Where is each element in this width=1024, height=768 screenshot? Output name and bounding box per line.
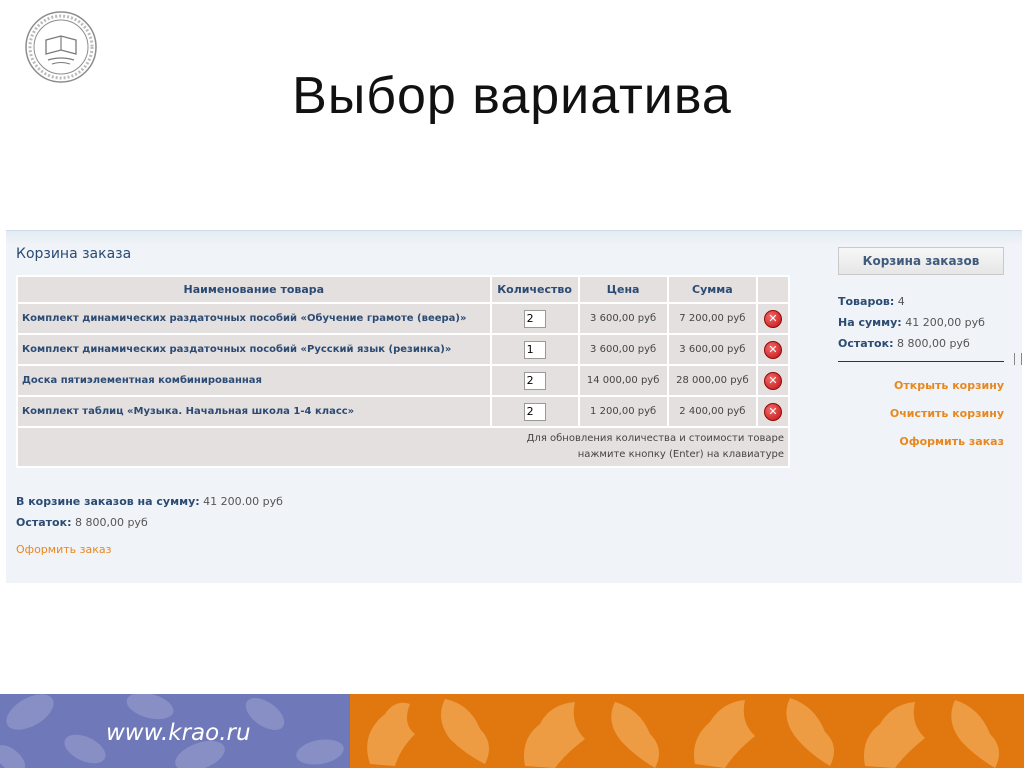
product-sum: 28 000,00 руб (668, 366, 757, 395)
product-name: Комплект таблиц «Музыка. Начальная школа… (18, 397, 490, 426)
product-price: 3 600,00 руб (579, 335, 667, 364)
scrollbar-grip[interactable] (1014, 353, 1022, 365)
column-header-name: Наименование товара (18, 277, 490, 302)
cart-remainder-label: Остаток: (16, 516, 72, 529)
note-row: Для обновления количества и стоимости то… (18, 428, 788, 466)
update-note-line2: нажмите кнопку (Enter) на клавиатуре (577, 449, 784, 460)
product-sum: 7 200,00 руб (668, 304, 757, 333)
product-price: 1 200,00 руб (579, 397, 667, 426)
sidebar-remainder: Остаток: 8 800,00 руб (838, 337, 970, 350)
cart-table: Наименование товара Количество Цена Сумм… (16, 275, 790, 468)
open-cart-link[interactable]: Открыть корзину (894, 379, 1004, 392)
product-name: Комплект динамических раздаточных пособи… (18, 335, 490, 364)
column-header-qty: Количество (491, 277, 578, 302)
quantity-input[interactable] (523, 371, 546, 390)
clear-cart-link[interactable]: Очистить корзину (890, 407, 1004, 420)
cart-screenshot: Корзина заказа Наименование товара Колич… (6, 230, 1022, 583)
leaf-pattern-orange (367, 698, 999, 768)
sidebar-checkout-link[interactable]: Оформить заказ (899, 435, 1004, 448)
delete-icon[interactable]: ✕ (764, 309, 783, 328)
table-row: Комплект таблиц «Музыка. Начальная школа… (18, 397, 788, 426)
sidebar-remainder-value: 8 800,00 руб (896, 337, 970, 350)
footer-orange-panel (350, 694, 1024, 768)
delete-icon[interactable]: ✕ (764, 402, 783, 421)
quantity-input[interactable] (523, 402, 546, 421)
cart-heading: Корзина заказа (16, 246, 132, 262)
cart-orders-button[interactable]: Корзина заказов (838, 247, 1004, 275)
product-price: 3 600,00 руб (579, 304, 667, 333)
quantity-input[interactable] (523, 309, 546, 328)
site-url: www.krao.ru (106, 720, 251, 746)
column-header-price: Цена (579, 277, 667, 302)
product-price: 14 000,00 руб (579, 366, 667, 395)
cart-total: В корзине заказов на сумму: 41 200.00 ру… (16, 495, 283, 508)
cart-total-label: В корзине заказов на сумму: (16, 495, 200, 508)
sidebar-remainder-label: Остаток: (838, 337, 894, 350)
column-header-delete (758, 277, 788, 302)
sidebar-sum-label: На сумму: (838, 316, 902, 329)
table-row: Комплект динамических раздаточных пособи… (18, 335, 788, 364)
sidebar-items-label: Товаров: (838, 295, 895, 308)
table-header-row: Наименование товара Количество Цена Сумм… (18, 277, 788, 302)
cart-remainder: Остаток: 8 800,00 руб (16, 516, 148, 529)
product-name: Доска пятиэлементная комбинированная (18, 366, 490, 395)
slide-title: Выбор вариатива (292, 67, 732, 125)
sidebar-items-value: 4 (897, 295, 905, 308)
table-row: Доска пятиэлементная комбинированная 14 … (18, 366, 788, 395)
delete-icon[interactable]: ✕ (764, 340, 783, 359)
sidebar-sum: На сумму: 41 200,00 руб (838, 316, 985, 329)
product-sum: 2 400,00 руб (668, 397, 757, 426)
checkout-link[interactable]: Оформить заказ (16, 543, 111, 556)
cart-total-value: 41 200.00 руб (203, 495, 283, 508)
product-name: Комплект динамических раздаточных пособи… (18, 304, 490, 333)
cart-remainder-value: 8 800,00 руб (74, 516, 148, 529)
product-sum: 3 600,00 руб (668, 335, 757, 364)
quantity-input[interactable] (523, 340, 546, 359)
sidebar-items-count: Товаров: 4 (838, 295, 905, 308)
footer-blue-panel: www.krao.ru (0, 694, 350, 768)
footer-band: www.krao.ru (0, 694, 1024, 768)
sidebar-divider (838, 361, 1004, 362)
delete-icon[interactable]: ✕ (764, 371, 783, 390)
table-row: Комплект динамических раздаточных пособи… (18, 304, 788, 333)
update-note-line1: Для обновления количества и стоимости то… (526, 433, 784, 444)
sidebar-sum-value: 41 200,00 руб (905, 316, 985, 329)
column-header-sum: Сумма (668, 277, 757, 302)
